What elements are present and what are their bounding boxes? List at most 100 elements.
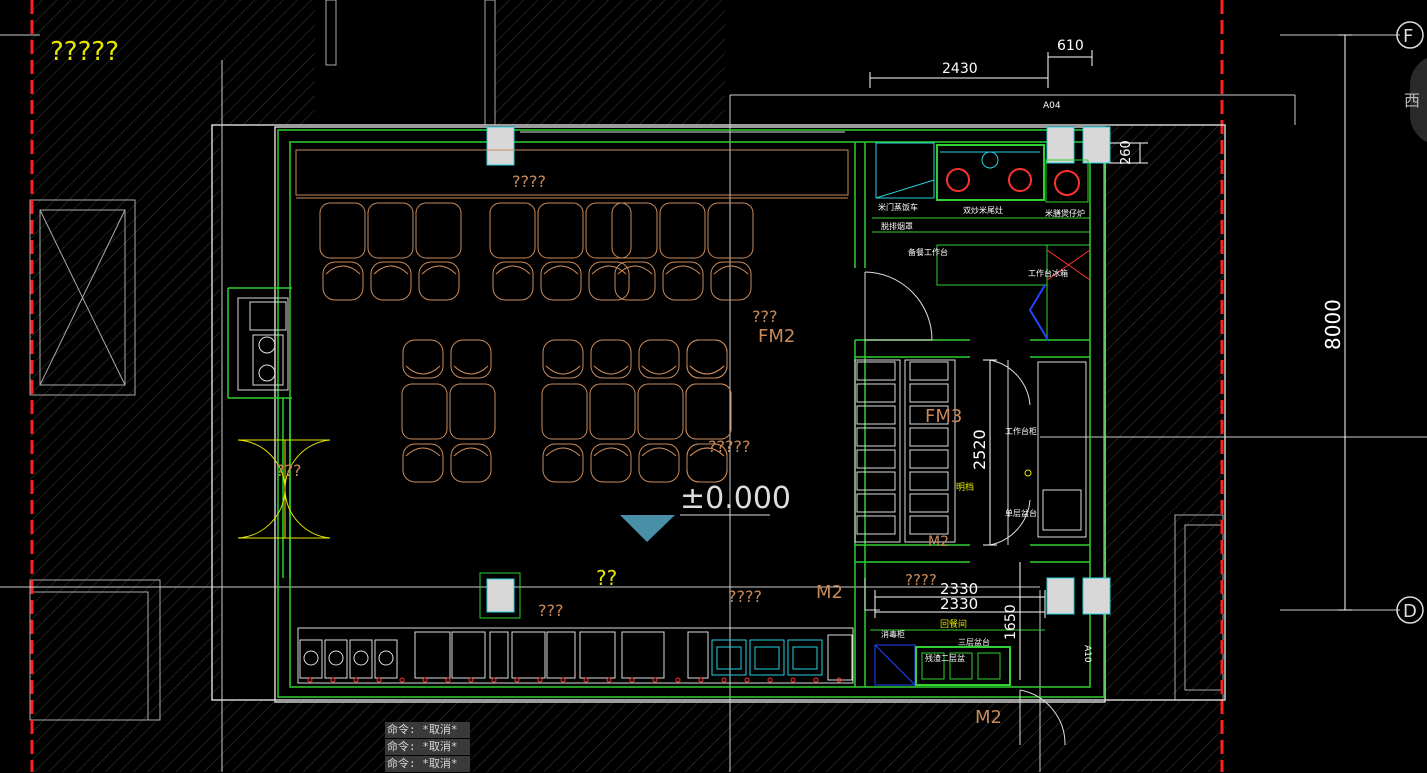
cad-drawing-canvas[interactable]: F D ????? 2430 610 260 8000 2520 2330 23…: [0, 0, 1427, 772]
burner-knob: [468, 677, 474, 683]
dining-chair: [614, 261, 656, 301]
dining-table: [659, 202, 706, 259]
appliance-unit: [579, 631, 616, 679]
command-history: 命令: *取消* 命令: *取消* 命令: *取消*: [385, 722, 470, 773]
kitchen-storage-shelves: [854, 359, 956, 543]
shelf-bay: [856, 493, 896, 513]
burner-knob: [583, 677, 589, 683]
dining-chair: [542, 443, 584, 483]
dining-chair: [588, 261, 630, 301]
burner-knob: [445, 677, 451, 683]
dining-table: [685, 383, 732, 440]
label-top-counter: ????: [512, 172, 546, 191]
shelf-bay: [909, 471, 949, 491]
drawing-title: ?????: [50, 37, 119, 67]
dining-chair: [492, 261, 534, 301]
appliance-unit: [621, 631, 665, 679]
dining-table: [537, 202, 584, 259]
dim-2430: 2430: [942, 61, 978, 77]
label-fm3: FM3: [925, 406, 962, 427]
command-line-1: 命令: *取消*: [385, 722, 470, 739]
burner-knob: [606, 677, 612, 683]
dim-260: 260: [1119, 140, 1134, 165]
dim-610: 610: [1057, 38, 1084, 54]
dining-chair: [322, 261, 364, 301]
command-line-2: 命令: *取消*: [385, 739, 470, 756]
dining-chair: [590, 339, 632, 379]
label-triple-sink: 三层盆台: [958, 637, 990, 647]
dining-chair: [402, 443, 444, 483]
burner-knob: [790, 677, 796, 683]
dining-chair: [540, 261, 582, 301]
steam-well: [749, 639, 785, 676]
dining-chair: [450, 339, 492, 379]
label-center-q: ??: [596, 566, 617, 590]
dining-table: [685, 383, 732, 440]
elevation-label: ±0.000: [680, 481, 791, 516]
shelf-bay: [856, 427, 896, 447]
label-dish-return: 回餐间: [940, 618, 967, 630]
label-dish-sink: 残渣二层盆: [925, 653, 965, 663]
label-m2-small: M2: [928, 534, 949, 550]
burner-knob: [537, 677, 543, 683]
dining-table: [589, 383, 636, 440]
burner-knob: [652, 677, 658, 683]
shelf-bay: [856, 383, 896, 403]
grid-label-top: F: [1403, 26, 1413, 47]
hatched-surrounding-area: [30, 0, 1427, 772]
fryer-unit: [324, 639, 348, 679]
fryer-unit: [374, 639, 398, 679]
dining-chair: [638, 339, 680, 379]
label-fridge: 工作台冰箱: [1028, 268, 1068, 278]
shelf-bay: [856, 405, 896, 425]
dining-table: [415, 202, 462, 259]
appliance-unit: [687, 631, 709, 679]
steam-well: [787, 639, 823, 676]
dining-table: [585, 202, 632, 259]
tag-a04: A04: [1043, 101, 1061, 111]
label-prep-table: 备餐工作台: [908, 247, 948, 257]
label-right-q2: ????: [905, 571, 937, 589]
steam-well: [711, 639, 747, 676]
dining-chair: [402, 339, 444, 379]
kitchen-hot-line: [872, 142, 1091, 341]
appliance-unit: [414, 631, 451, 679]
elevation-marker: [620, 514, 770, 542]
shelf-bay: [909, 361, 949, 381]
burner-knob: [376, 677, 382, 683]
burner-knob: [813, 677, 819, 683]
shelf-bay: [856, 515, 896, 535]
command-line-3: 命令: *取消*: [385, 756, 470, 773]
burner-knob: [330, 677, 336, 683]
dining-chair: [662, 261, 704, 301]
label-work-cabinet: 工作台柜: [1005, 426, 1037, 436]
burner-knob: [629, 677, 635, 683]
shelf-bay: [909, 449, 949, 469]
label-door-q: ???: [276, 461, 301, 480]
dining-table: [489, 202, 536, 259]
appliance-unit: [827, 634, 853, 681]
dining-table: [541, 383, 588, 440]
tag-a10: A10: [1082, 645, 1092, 663]
dim-1650: 1650: [1003, 604, 1019, 640]
dining-chair: [450, 443, 492, 483]
appliance-unit: [451, 631, 486, 679]
appliance-unit: [489, 631, 509, 679]
dining-table: [637, 383, 684, 440]
dining-chair: [370, 261, 412, 301]
burner-knob: [353, 677, 359, 683]
burner-knob: [767, 677, 773, 683]
label-sterilizer: 消毒柜: [881, 629, 905, 639]
burner-knob: [560, 677, 566, 683]
shelf-bay: [856, 449, 896, 469]
fryer-unit: [349, 639, 373, 679]
label-fm2-q: ???: [752, 307, 777, 326]
shelf-bay: [909, 383, 949, 403]
shelf-unit: [854, 359, 901, 543]
bottom-cooking-line: [297, 627, 854, 684]
dining-chair: [638, 443, 680, 483]
compass-west-label: 西: [1404, 91, 1421, 110]
dining-table: [367, 202, 414, 259]
label-fm2: FM2: [758, 326, 795, 347]
label-steamer: 米门蒸饭车: [878, 202, 918, 212]
